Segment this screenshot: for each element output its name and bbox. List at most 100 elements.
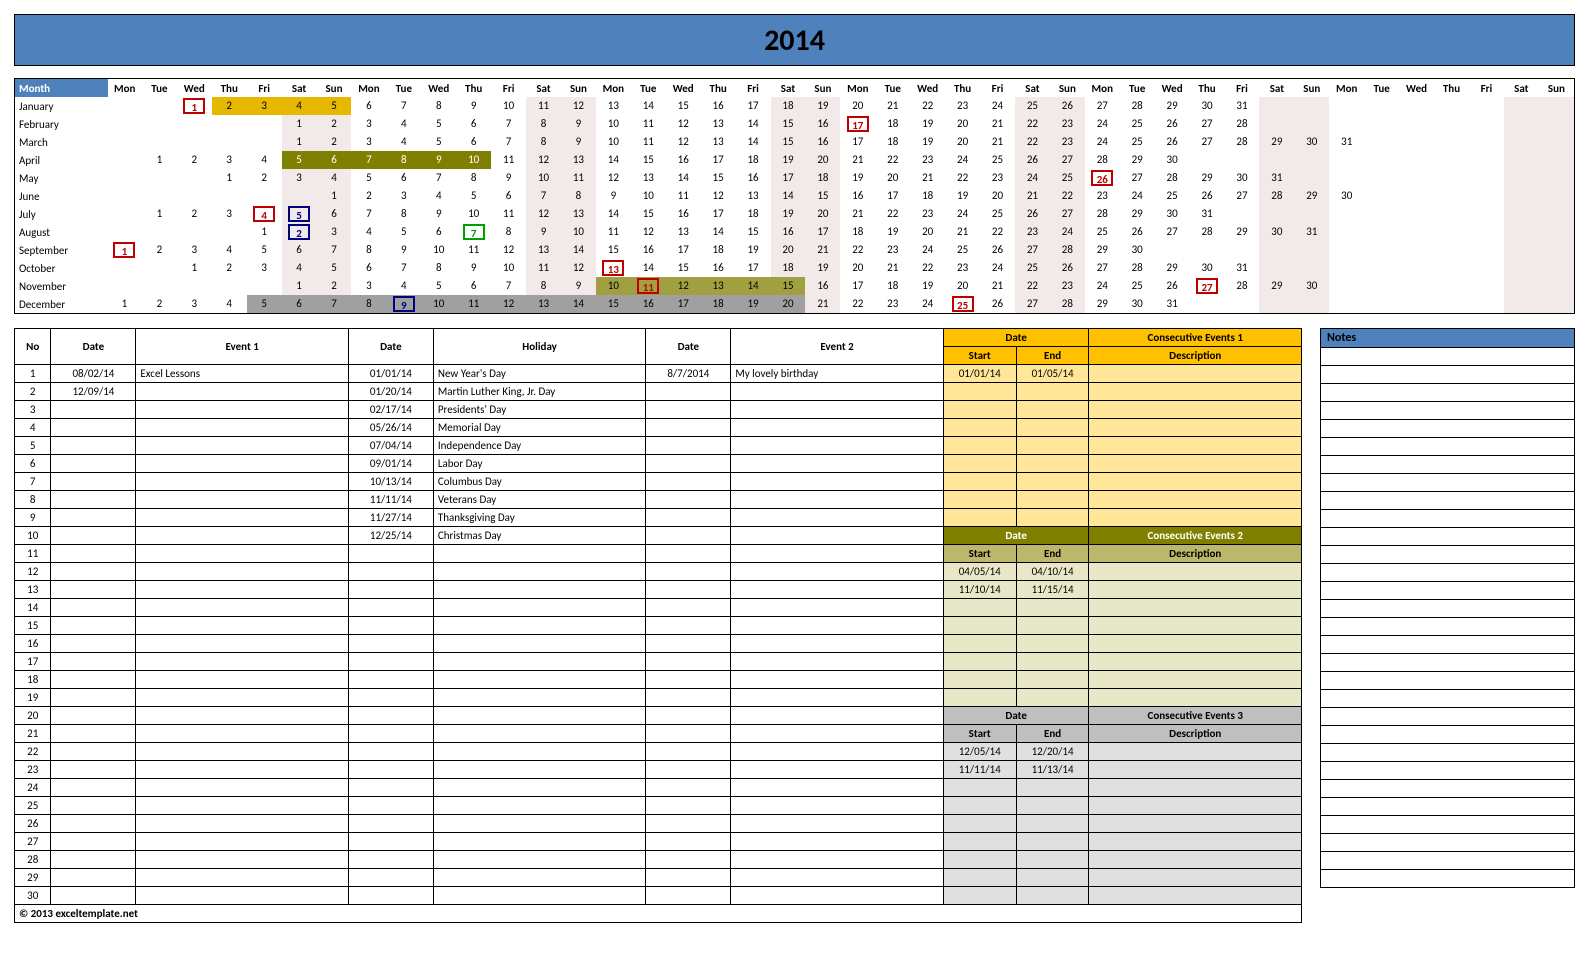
day-cell[interactable] [1504,151,1539,169]
day-cell[interactable]: 14 [736,277,771,295]
day-cell[interactable]: 9 [386,241,421,259]
day-cell[interactable]: 27 [1225,187,1260,205]
day-cell[interactable]: 9 [456,97,491,115]
day-cell[interactable]: 25 [945,295,980,313]
day-cell[interactable]: 6 [491,187,526,205]
day-cell[interactable]: 1 [317,187,352,205]
event2-name[interactable] [731,671,943,689]
event2-name[interactable] [731,887,943,905]
day-cell[interactable]: 5 [282,205,317,223]
day-cell[interactable]: 20 [771,295,806,313]
day-cell[interactable] [1469,205,1504,223]
event1-name[interactable] [136,635,348,653]
day-cell[interactable] [1329,295,1364,313]
ce3-desc[interactable] [1089,779,1302,797]
ce1-desc[interactable] [1089,365,1302,383]
day-cell[interactable]: 15 [771,133,806,151]
event1-name[interactable] [136,671,348,689]
row-no[interactable]: 29 [15,869,51,887]
day-cell[interactable] [1364,295,1399,313]
day-cell[interactable]: 28 [1050,241,1085,259]
day-cell[interactable]: 8 [526,133,561,151]
event2-date[interactable] [646,437,731,455]
day-cell[interactable]: 1 [142,205,177,223]
holiday-date[interactable] [348,815,433,833]
day-cell[interactable]: 21 [805,241,840,259]
event2-date[interactable] [646,527,731,545]
holiday-name[interactable]: Independence Day [433,437,645,455]
holiday-date[interactable]: 11/11/14 [348,491,433,509]
event2-date[interactable] [646,383,731,401]
event2-date[interactable] [646,455,731,473]
day-cell[interactable]: 1 [107,241,142,259]
day-cell[interactable]: 27 [1085,97,1120,115]
holiday-date[interactable] [348,761,433,779]
day-cell[interactable]: 23 [1015,223,1050,241]
day-cell[interactable]: 29 [1294,187,1329,205]
event1-date[interactable] [51,851,136,869]
day-cell[interactable] [1259,151,1294,169]
day-cell[interactable]: 10 [596,277,631,295]
day-cell[interactable]: 21 [910,169,945,187]
day-cell[interactable]: 21 [1015,187,1050,205]
day-cell[interactable]: 28 [1225,115,1260,133]
day-cell[interactable]: 5 [386,223,421,241]
day-cell[interactable]: 16 [771,223,806,241]
day-cell[interactable]: 2 [282,223,317,241]
holiday-name[interactable]: Labor Day [433,455,645,473]
day-cell[interactable] [1155,241,1190,259]
day-cell[interactable]: 20 [980,187,1015,205]
day-cell[interactable]: 8 [421,259,456,277]
day-cell[interactable]: 21 [980,133,1015,151]
notes-row[interactable] [1321,438,1575,456]
event2-date[interactable] [646,761,731,779]
holiday-date[interactable] [348,707,433,725]
ce3-end[interactable] [1016,887,1089,905]
day-cell[interactable]: 2 [212,259,247,277]
day-cell[interactable]: 27 [1050,205,1085,223]
ce2-end[interactable] [1016,689,1089,707]
day-cell[interactable]: 13 [631,169,666,187]
event1-date[interactable] [51,743,136,761]
ce3-start[interactable] [943,815,1016,833]
day-cell[interactable] [177,187,212,205]
day-cell[interactable]: 19 [736,295,771,313]
day-cell[interactable]: 30 [1294,133,1329,151]
holiday-date[interactable] [348,689,433,707]
ce1-desc[interactable] [1089,401,1302,419]
day-cell[interactable]: 11 [631,115,666,133]
day-cell[interactable]: 10 [421,241,456,259]
day-cell[interactable]: 16 [805,115,840,133]
day-cell[interactable] [247,115,282,133]
event1-date[interactable] [51,563,136,581]
row-no[interactable]: 3 [15,401,51,419]
day-cell[interactable]: 28 [1050,295,1085,313]
day-cell[interactable]: 8 [351,241,386,259]
day-cell[interactable]: 26 [1015,151,1050,169]
holiday-name[interactable]: Columbus Day [433,473,645,491]
row-no[interactable]: 10 [15,527,51,545]
day-cell[interactable] [247,277,282,295]
day-cell[interactable]: 16 [805,133,840,151]
event2-name[interactable] [731,581,943,599]
day-cell[interactable]: 14 [561,241,596,259]
day-cell[interactable]: 15 [596,295,631,313]
day-cell[interactable]: 20 [945,115,980,133]
notes-row[interactable] [1321,816,1575,834]
event2-date[interactable] [646,725,731,743]
day-cell[interactable]: 12 [561,259,596,277]
ce1-end[interactable] [1016,383,1089,401]
day-cell[interactable] [212,277,247,295]
day-cell[interactable] [1469,115,1504,133]
day-cell[interactable]: 25 [1085,223,1120,241]
day-cell[interactable]: 8 [491,223,526,241]
day-cell[interactable]: 25 [945,241,980,259]
holiday-date[interactable]: 01/01/14 [348,365,433,383]
event1-name[interactable] [136,437,348,455]
holiday-date[interactable] [348,743,433,761]
day-cell[interactable]: 15 [771,277,806,295]
day-cell[interactable] [1399,151,1434,169]
day-cell[interactable] [1504,295,1539,313]
day-cell[interactable] [1329,241,1364,259]
day-cell[interactable]: 6 [282,295,317,313]
